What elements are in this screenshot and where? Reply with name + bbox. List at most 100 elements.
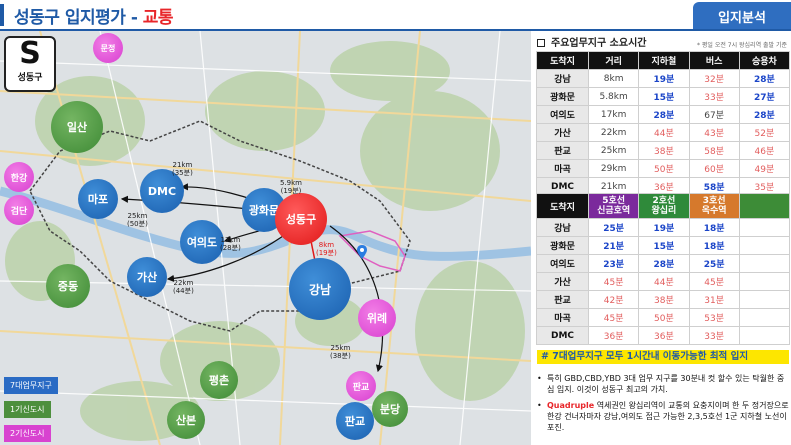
table-cell: 28분 — [738, 105, 791, 124]
row-header-cell: 광화문 — [536, 236, 589, 255]
empty-cell — [738, 290, 791, 309]
table-cell: 38분 — [638, 141, 690, 160]
empty-cell — [738, 272, 791, 291]
page-title: 성동구 입지평가 - 교통 — [14, 3, 174, 28]
subway-line-table: 도착지 5호선 신금호역 2호선 왕십리 3호선 옥수역 강남 25분 19분 18분 광화문… — [536, 193, 791, 345]
table-cell: 42분 — [587, 290, 640, 309]
table-row: 판교 42분 38분 31분 — [536, 290, 791, 309]
col-header-empty — [738, 193, 791, 219]
place-pyeongchon: 평촌 — [200, 361, 238, 399]
col-header: 지하철 — [638, 51, 690, 70]
table-cell: 21분 — [587, 236, 640, 255]
bullet-dot: • — [537, 374, 542, 383]
table-cell: 49분 — [738, 159, 791, 178]
table-row: 광화문 5.8km 15분 33분 27분 — [536, 87, 791, 106]
table-cell: 32분 — [688, 69, 740, 88]
route-gasan-time: (44분) — [173, 287, 194, 295]
table-header-row: 도착지 거리 지하철 버스 승용차 — [536, 51, 791, 70]
empty-cell — [738, 218, 791, 237]
highlight-banner: # 7대업무지구 모두 1시간내 이동가능한 최적 입지 — [537, 350, 789, 364]
place-geomdan: 검단 — [4, 195, 34, 225]
checkbox-square-icon — [537, 39, 545, 47]
table-cell: 17km — [587, 105, 640, 124]
col-header: 도착지 — [536, 51, 589, 70]
col-header-line2: 2호선 왕십리 — [638, 193, 690, 219]
table-cell: 36분 — [638, 326, 690, 345]
route-gasan: 22km (44분) — [173, 279, 194, 295]
table-cell: 67분 — [688, 105, 740, 124]
table-cell: 33분 — [688, 87, 740, 106]
table-cell: 27분 — [738, 87, 791, 106]
place-gangnam: 강남 — [289, 258, 351, 320]
table-cell: 36분 — [587, 326, 640, 345]
logo-letter: S — [19, 36, 41, 71]
table-cell: 50분 — [638, 159, 690, 178]
bullet-item: • Quadruple 역세권인 왕십리역이 교통의 요충지이며 한 두 정거장으… — [537, 400, 789, 433]
place-yeouido: 여의도 — [180, 220, 224, 264]
row-header-cell: 가산 — [536, 272, 589, 291]
route-gwanghwamun-dist: 5.9km — [280, 179, 303, 187]
table-row: 여의도 23분 28분 25분 — [536, 254, 791, 273]
table-cell: 19분 — [638, 69, 690, 88]
table-cell: 58분 — [688, 141, 740, 160]
table-cell: 45분 — [587, 272, 640, 291]
commute-panel: 주요업무지구 소요시간 * 평일 오전 7시 왕십리역 출발 기준 도착지 거리… — [531, 31, 791, 445]
table-cell: 25분 — [688, 254, 740, 273]
table-cell: 25km — [587, 141, 640, 160]
bullet-text: 특히 GBD,CBD,YBD 3대 업무 지구를 30분내 컷 할수 있는 탁월… — [547, 374, 785, 394]
location-map: S 성동구 문정 일산 한강 검단 마포 DMC 광화문 성동구 여의도 가산 … — [0, 31, 531, 445]
line2-station: 왕십리 — [651, 206, 677, 216]
legend-second: 2기신도시 — [4, 425, 51, 442]
place-wirye: 위례 — [358, 299, 396, 337]
route-mapo: 25km (50분) — [127, 212, 148, 228]
row-header-cell: 판교 — [536, 290, 589, 309]
table-cell: 23분 — [587, 254, 640, 273]
table-cell: 44분 — [638, 272, 690, 291]
route-dmc-dist: 21km — [172, 161, 193, 169]
line5-label: 5호선 — [602, 196, 626, 206]
place-mapo: 마포 — [78, 179, 118, 219]
route-gangnam-dist: 8km — [318, 241, 335, 249]
table-cell: 45분 — [587, 308, 640, 327]
line2-label: 2호선 — [652, 196, 676, 206]
table-row: 마곡 29km 50분 60분 49분 — [536, 159, 791, 178]
route-mapo-time: (50분) — [127, 220, 148, 228]
legend-first: 1기신도시 — [4, 401, 51, 418]
row-header-cell: 여의도 — [536, 254, 589, 273]
row-header-cell: DMC — [536, 326, 589, 345]
table-cell: 44분 — [638, 123, 690, 142]
commute-heading-text: 주요업무지구 소요시간 — [551, 38, 647, 49]
place-gasan: 가산 — [127, 257, 167, 297]
table-cell: 25분 — [587, 218, 640, 237]
place-hangang: 한강 — [4, 162, 34, 192]
table-row: 강남 8km 19분 32분 28분 — [536, 69, 791, 88]
place-jungdong: 중동 — [46, 264, 90, 308]
table-cell: 38분 — [638, 290, 690, 309]
header: 성동구 입지평가 - 교통 입지분석 — [0, 0, 791, 30]
col-header-line5: 5호선 신금호역 — [587, 193, 640, 219]
line3-station: 옥수역 — [701, 206, 727, 216]
col-header-line3: 3호선 옥수역 — [688, 193, 740, 219]
commute-note: * 평일 오전 7시 왕십리역 출발 기준 — [696, 42, 787, 49]
row-header-cell: 강남 — [536, 218, 589, 237]
table-cell: 60분 — [688, 159, 740, 178]
col-header: 버스 — [688, 51, 740, 70]
route-pangyo-time: (38분) — [330, 352, 351, 360]
row-header-cell: 여의도 — [536, 105, 589, 124]
route-mapo-dist: 25km — [127, 212, 148, 220]
table-header-row: 도착지 5호선 신금호역 2호선 왕십리 3호선 옥수역 — [536, 193, 791, 219]
table-cell: 8km — [587, 69, 640, 88]
table-cell: 19분 — [638, 218, 690, 237]
table-cell: 15분 — [638, 236, 690, 255]
bullet-highlight: Quadruple — [547, 401, 595, 410]
table-cell: 29km — [587, 159, 640, 178]
place-munjeong: 문정 — [93, 33, 123, 63]
table-row: 가산 45분 44분 45분 — [536, 272, 791, 291]
map-background — [0, 31, 531, 445]
route-yeouido-time: (28분) — [220, 244, 241, 252]
table-cell: 52분 — [738, 123, 791, 142]
line5-station: 신금호역 — [597, 206, 631, 216]
empty-cell — [738, 254, 791, 273]
place-bundang: 분당 — [372, 391, 408, 427]
table-cell: 45분 — [688, 272, 740, 291]
